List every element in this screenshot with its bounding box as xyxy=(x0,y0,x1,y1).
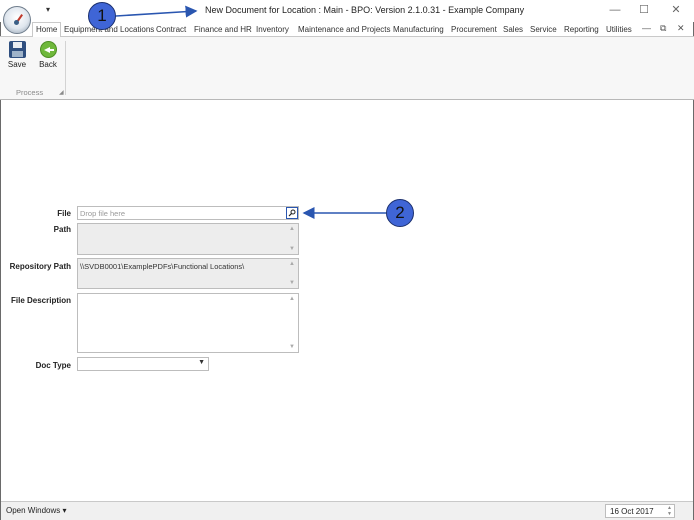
back-button-label: Back xyxy=(39,60,57,69)
minimize-button[interactable]: — xyxy=(608,3,622,17)
back-button[interactable]: Back xyxy=(35,41,61,69)
chevron-down-icon: ▼ xyxy=(198,359,205,366)
ribbon-restore-button[interactable]: ⧉ xyxy=(660,23,666,34)
scroll-down-icon[interactable]: ▼ xyxy=(289,280,295,286)
doc-type-label: Doc Type xyxy=(35,361,71,370)
tab-inventory[interactable]: Inventory xyxy=(256,23,289,36)
doc-type-select[interactable]: ▼ xyxy=(77,357,209,371)
tab-home[interactable]: Home xyxy=(32,22,62,37)
ribbon-group-divider xyxy=(65,41,66,95)
scroll-down-icon[interactable]: ▼ xyxy=(289,344,295,350)
tab-maintenance-and-projects[interactable]: Maintenance and Projects xyxy=(298,23,391,36)
date-value: 16 Oct 2017 xyxy=(610,507,654,516)
group-launcher-icon[interactable]: ◢ xyxy=(59,89,64,96)
save-icon xyxy=(8,41,26,58)
save-button-label: Save xyxy=(7,60,27,69)
quick-access-dropdown-icon[interactable]: ▾ xyxy=(46,5,50,14)
repository-path-field: \\SVDB0001\ExamplePDFs\Functional Locati… xyxy=(77,258,299,289)
tab-reporting[interactable]: Reporting xyxy=(564,23,599,36)
tab-finance-and-hr[interactable]: Finance and HR xyxy=(194,23,252,36)
open-windows-menu[interactable]: Open Windows ▾ xyxy=(6,506,66,515)
maximize-button[interactable]: ☐ xyxy=(637,3,651,17)
file-description-label: File Description xyxy=(10,296,71,305)
repository-path-value: \\SVDB0001\ExamplePDFs\Functional Locati… xyxy=(80,262,245,271)
ribbon-close-button[interactable]: ✕ xyxy=(677,23,685,34)
status-bar: Open Windows ▾ 16 Oct 2017 ▲ ▼ xyxy=(1,501,693,520)
date-spinner-icon[interactable]: ▲ ▼ xyxy=(667,505,672,517)
browse-file-button[interactable] xyxy=(286,207,298,219)
save-button[interactable]: Save xyxy=(4,41,30,69)
scroll-up-icon[interactable]: ▲ xyxy=(289,261,295,267)
tab-utilities[interactable]: Utilities xyxy=(606,23,632,36)
tab-sales[interactable]: Sales xyxy=(503,23,523,36)
search-icon xyxy=(288,209,296,217)
path-label: Path xyxy=(53,225,71,234)
repository-path-label: Repository Path xyxy=(9,262,71,271)
scroll-down-icon[interactable]: ▼ xyxy=(289,246,295,252)
date-field[interactable]: 16 Oct 2017 ▲ ▼ xyxy=(605,504,675,518)
tab-procurement[interactable]: Procurement xyxy=(451,23,497,36)
scroll-up-icon[interactable]: ▲ xyxy=(289,226,295,232)
window-title: New Document for Location : Main - BPO: … xyxy=(205,5,525,15)
app-logo-gauge-icon[interactable] xyxy=(3,6,31,34)
tab-contract[interactable]: Contract xyxy=(156,23,186,36)
file-label: File xyxy=(57,209,71,218)
file-input-placeholder: Drop file here xyxy=(80,209,126,218)
path-field: ▲ ▼ xyxy=(77,223,299,255)
close-button[interactable]: ✕ xyxy=(669,3,683,17)
scroll-up-icon[interactable]: ▲ xyxy=(289,296,295,302)
file-input[interactable]: Drop file here xyxy=(77,206,299,220)
callout-badge-1: 1 xyxy=(88,2,116,30)
callout-badge-2: 2 xyxy=(386,199,414,227)
file-description-textarea[interactable]: ▲ ▼ xyxy=(77,293,299,353)
ribbon-group-label-process: Process xyxy=(16,88,44,97)
ribbon-minimize-button[interactable]: — xyxy=(642,23,651,33)
ribbon-panel: Save Back Process ◢ xyxy=(0,36,694,100)
tab-manufacturing[interactable]: Manufacturing xyxy=(393,23,444,36)
back-arrow-icon xyxy=(39,41,57,58)
tab-service[interactable]: Service xyxy=(530,23,557,36)
